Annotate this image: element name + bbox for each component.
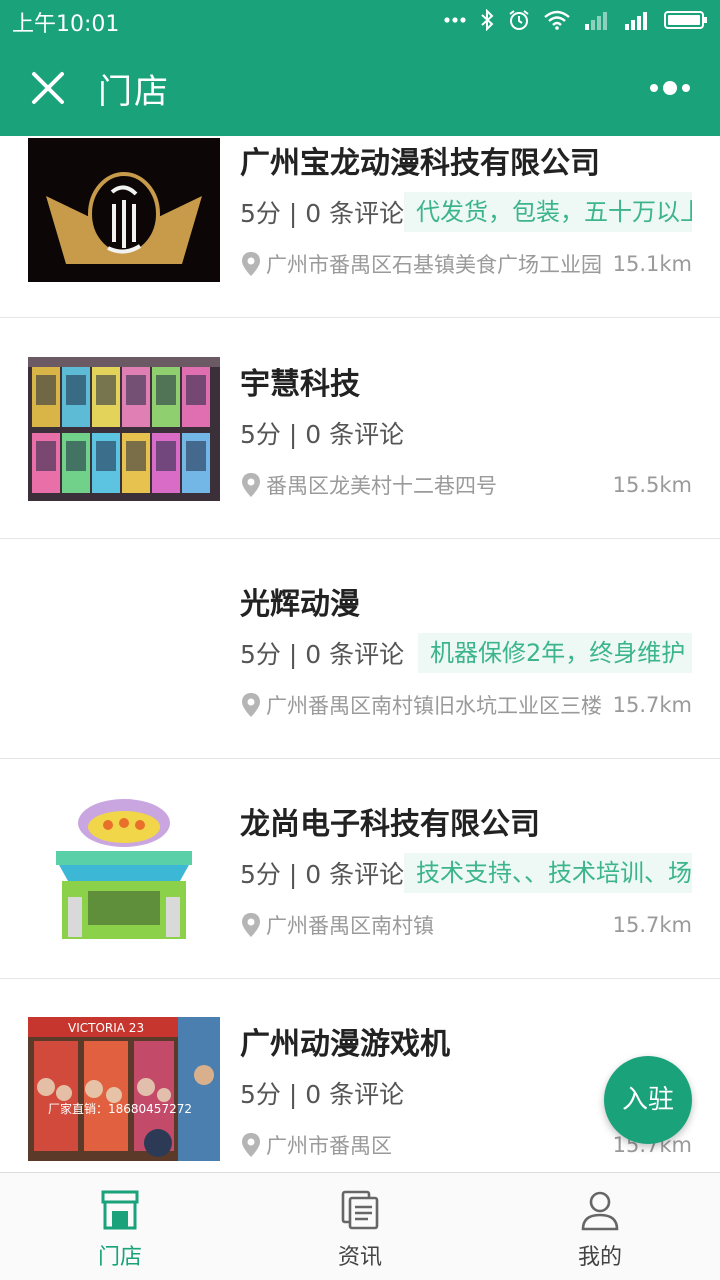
- location-pin-icon: [242, 1133, 260, 1157]
- tab-mine[interactable]: 我的: [480, 1173, 720, 1280]
- location-pin-icon: [242, 473, 260, 497]
- store-name: 龙尚电子科技有限公司: [240, 807, 540, 842]
- store-rating: 5分 | 0 条评论: [240, 860, 405, 889]
- store-address: 番禺区龙美村十二巷四号: [266, 474, 497, 498]
- signal-weak-icon: [585, 12, 607, 30]
- page-title: 门店: [98, 72, 170, 112]
- wifi-icon: [544, 10, 570, 30]
- store-distance: 15.7km: [612, 913, 692, 937]
- tab-label: 资讯: [337, 1245, 382, 1270]
- title-bar: 门店: [0, 40, 720, 136]
- store-tag: 机器保修2年，终身维护: [418, 633, 692, 673]
- store-list: 广州宝龙动漫科技有限公司 5分 | 0 条评论 代发货，包装，五十万以上 广州市…: [0, 136, 720, 1172]
- store-distance: 15.7km: [612, 693, 692, 717]
- store-address: 广州番禺区南村镇旧水坑工业区三楼: [266, 694, 602, 718]
- user-icon: [581, 1191, 619, 1231]
- tab-label: 我的: [577, 1245, 622, 1270]
- store-logo: [28, 138, 220, 282]
- store-rating: 5分 | 0 条评论: [240, 1080, 405, 1109]
- news-icon: [341, 1190, 379, 1230]
- store-item[interactable]: 龙尚电子科技有限公司 5分 | 0 条评论 技术支持、、技术培训、场地规划 广州…: [0, 759, 720, 979]
- store-rating: 5分 | 0 条评论: [240, 420, 405, 449]
- store-distance: 15.1km: [612, 252, 692, 276]
- location-pin-icon: [242, 252, 260, 276]
- alarm-icon: [509, 10, 529, 30]
- tab-store[interactable]: 门店: [0, 1173, 240, 1280]
- store-location: 广州番禺区南村镇旧水坑工业区三楼 15.7km: [240, 689, 692, 721]
- store-distance: 15.5km: [612, 473, 692, 497]
- more-options-icon[interactable]: [644, 74, 700, 102]
- bottom-tab-bar: 门店 资讯 我的: [0, 1172, 720, 1280]
- more-dots-icon: [444, 17, 466, 23]
- store-item[interactable]: 光辉动漫 5分 | 0 条评论 机器保修2年，终身维护 广州番禺区南村镇旧水坑工…: [0, 539, 720, 759]
- store-location: 广州市番禺区石基镇美食广场工业园 15.1km: [240, 248, 692, 280]
- tab-news[interactable]: 资讯: [240, 1173, 480, 1280]
- store-tag: 代发货，包装，五十万以上: [404, 192, 692, 232]
- store-photo: VICTORIA 23 厂家直销：18680457272: [28, 1017, 220, 1161]
- store-location: 番禺区龙美村十二巷四号 15.5km: [240, 469, 692, 501]
- signal-full-icon: [625, 12, 647, 30]
- store-rating: 5分 | 0 条评论: [240, 640, 405, 669]
- store-icon: [101, 1190, 139, 1230]
- store-name: 光辉动漫: [240, 587, 360, 622]
- status-icons: [444, 8, 708, 32]
- battery-icon: [664, 11, 707, 29]
- store-name: 宇慧科技: [240, 367, 360, 402]
- store-name: 广州宝龙动漫科技有限公司: [240, 146, 600, 181]
- close-icon[interactable]: [28, 68, 68, 108]
- store-rating: 5分 | 0 条评论: [240, 199, 405, 228]
- location-pin-icon: [242, 693, 260, 717]
- status-bar: 上午10:01: [0, 0, 720, 40]
- store-address: 广州市番禺区: [266, 1134, 392, 1158]
- status-time: 上午10:01: [12, 12, 120, 37]
- bluetooth-icon: [481, 9, 494, 31]
- store-location: 广州番禺区南村镇 15.7km: [240, 909, 692, 941]
- store-item[interactable]: 宇慧科技 5分 | 0 条评论 番禺区龙美村十二巷四号 15.5km: [0, 319, 720, 539]
- store-photo: [28, 357, 220, 501]
- store-name: 广州动漫游戏机: [240, 1027, 450, 1062]
- photo-caption-text: 厂家直销：18680457272: [48, 1101, 192, 1116]
- store-tag: 技术支持、、技术培训、场地规划: [404, 853, 692, 893]
- store-item[interactable]: 广州宝龙动漫科技有限公司 5分 | 0 条评论 代发货，包装，五十万以上 广州市…: [0, 136, 720, 318]
- store-address: 广州市番禺区石基镇美食广场工业园: [266, 253, 602, 277]
- location-pin-icon: [242, 913, 260, 937]
- store-address: 广州番禺区南村镇: [266, 914, 434, 938]
- tab-label: 门店: [97, 1245, 142, 1270]
- store-photo: [28, 797, 220, 941]
- join-fab-button[interactable]: 入驻: [604, 1056, 692, 1144]
- photo-sign-text: VICTORIA 23: [68, 1021, 144, 1035]
